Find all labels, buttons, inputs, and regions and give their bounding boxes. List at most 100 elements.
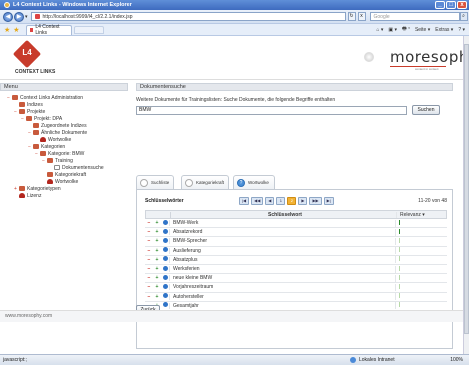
remove-keyword-button[interactable]: − bbox=[145, 294, 153, 300]
sidebar-item[interactable]: − Projekt: DPA bbox=[0, 115, 128, 122]
close-button[interactable]: x bbox=[457, 1, 467, 9]
tree-expander-icon[interactable]: − bbox=[14, 109, 18, 115]
tree-expander-icon[interactable]: − bbox=[42, 158, 46, 164]
sidebar-item[interactable]: Wortwolke bbox=[0, 178, 128, 185]
sidebar-item[interactable]: Lizenz bbox=[0, 192, 128, 199]
tab-kategoriekraft[interactable]: Kategoriekraft bbox=[181, 175, 229, 189]
browser-search-input[interactable]: Google bbox=[369, 12, 460, 21]
menu-tree: − Context Links Administration Indizes − Pro… bbox=[0, 91, 128, 199]
add-keyword-button[interactable]: + bbox=[153, 238, 161, 244]
page-title: Dokumentensuche bbox=[136, 83, 453, 91]
zoom-level[interactable]: 100% bbox=[450, 357, 463, 363]
fast-back-button[interactable]: ◀◀ bbox=[251, 196, 264, 205]
info-icon[interactable] bbox=[161, 274, 169, 282]
next-page-button[interactable]: ▶ bbox=[298, 196, 308, 205]
info-icon[interactable] bbox=[161, 228, 169, 236]
page-2-button[interactable]: 2 bbox=[287, 196, 297, 205]
folder-icon bbox=[19, 102, 25, 107]
remove-keyword-button[interactable]: − bbox=[145, 220, 153, 226]
sidebar-item[interactable]: − Projekte bbox=[0, 108, 128, 115]
sidebar-item[interactable]: − Kategorie: BMW bbox=[0, 150, 128, 157]
back-button[interactable]: ◀ bbox=[3, 11, 13, 22]
history-dropdown-icon[interactable]: ▾ bbox=[25, 14, 28, 20]
maximize-button[interactable]: □ bbox=[446, 1, 456, 9]
minimize-button[interactable]: _ bbox=[435, 1, 445, 9]
add-keyword-button[interactable]: + bbox=[153, 266, 161, 272]
sidebar-item[interactable]: Kategoriekraft bbox=[0, 171, 128, 178]
decorative-ball bbox=[364, 52, 374, 62]
page-menu[interactable]: Seite ▾ bbox=[415, 27, 430, 33]
moresophy-logo: moresophy bbox=[390, 48, 463, 66]
add-keyword-button[interactable]: + bbox=[153, 294, 161, 300]
sidebar-item[interactable]: Zugeordnete Indizes bbox=[0, 122, 128, 129]
info-icon[interactable] bbox=[161, 247, 169, 254]
remove-keyword-button[interactable]: − bbox=[145, 248, 153, 254]
tree-expander-icon[interactable]: − bbox=[35, 151, 39, 157]
add-keyword-button[interactable]: + bbox=[153, 284, 161, 290]
search-icon[interactable]: ⌕ bbox=[459, 12, 468, 21]
sidebar-item[interactable]: − Kategorien bbox=[0, 143, 128, 150]
info-icon[interactable] bbox=[161, 256, 169, 263]
add-keyword-button[interactable]: + bbox=[153, 229, 161, 235]
add-favorite-icon[interactable]: ★ bbox=[13, 26, 19, 34]
tree-expander-icon[interactable]: − bbox=[7, 95, 11, 101]
info-icon[interactable] bbox=[161, 219, 169, 227]
tab-suchliste-label: Suchliste bbox=[151, 180, 170, 185]
keyword-search-input[interactable]: BMW bbox=[136, 106, 407, 115]
tools-menu[interactable]: Extras ▾ bbox=[435, 27, 453, 33]
stop-button[interactable]: x bbox=[357, 12, 366, 21]
sidebar-item[interactable]: Dokumentensuche bbox=[0, 164, 128, 171]
sidebar-item[interactable]: + Kategorietypen bbox=[0, 185, 128, 192]
info-icon[interactable] bbox=[161, 283, 169, 291]
sidebar-title: Menu bbox=[0, 83, 128, 91]
sidebar-item[interactable]: − Ähnliche Dokumente bbox=[0, 129, 128, 136]
tab-wortwolke[interactable]: ? Wortwolke bbox=[233, 175, 275, 189]
add-keyword-button[interactable]: + bbox=[153, 275, 161, 281]
keyword-cell: Auslieferung bbox=[169, 247, 395, 254]
remove-keyword-button[interactable]: − bbox=[145, 266, 153, 272]
tree-expander-icon[interactable]: − bbox=[28, 144, 32, 150]
remove-keyword-button[interactable]: − bbox=[145, 275, 153, 281]
favorites-star-icon[interactable]: ★ bbox=[4, 26, 10, 34]
page-1-button[interactable]: 1 bbox=[276, 196, 286, 205]
sidebar-item[interactable]: − Training bbox=[0, 157, 128, 164]
address-url[interactable]: http://localhost:9999/l4_cl/2.2.1/index.… bbox=[43, 14, 133, 20]
column-relevance[interactable]: Relevanz ▾ bbox=[396, 211, 426, 218]
folder-icon bbox=[33, 130, 39, 135]
browser-tab[interactable]: L4 Context Links bbox=[25, 24, 72, 36]
remove-keyword-button[interactable]: − bbox=[145, 257, 153, 263]
remove-keyword-button[interactable]: − bbox=[145, 284, 153, 290]
forward-button[interactable]: ▶ bbox=[14, 11, 24, 22]
refresh-button[interactable]: ↻ bbox=[347, 12, 356, 21]
tab-suchliste[interactable]: Suchliste bbox=[136, 175, 174, 189]
sidebar-item[interactable]: Wortwolke bbox=[0, 136, 128, 143]
help-menu[interactable]: ? ▾ bbox=[458, 27, 465, 33]
feeds-button[interactable]: ▣ ▾ bbox=[388, 27, 397, 33]
prev-page-button[interactable]: ◀ bbox=[265, 196, 275, 205]
tree-expander-icon[interactable]: − bbox=[28, 130, 32, 136]
remove-keyword-button[interactable]: − bbox=[145, 238, 153, 244]
add-keyword-button[interactable]: + bbox=[153, 220, 161, 226]
sidebar-item[interactable]: Indizes bbox=[0, 101, 128, 108]
sidebar-item[interactable]: − Context Links Administration bbox=[0, 94, 128, 101]
remove-keyword-button[interactable]: − bbox=[145, 229, 153, 235]
search-button[interactable]: Suchen bbox=[412, 105, 440, 115]
tree-expander-icon[interactable]: + bbox=[14, 186, 18, 192]
info-icon[interactable] bbox=[161, 237, 169, 245]
info-icon[interactable] bbox=[161, 302, 169, 309]
add-keyword-button[interactable]: + bbox=[153, 257, 161, 263]
tree-expander-icon[interactable]: − bbox=[21, 116, 25, 122]
print-button[interactable]: 🖶 ▾ bbox=[402, 26, 410, 34]
home-button[interactable]: ⌂ ▾ bbox=[376, 27, 383, 33]
add-keyword-button[interactable]: + bbox=[153, 248, 161, 254]
address-bar[interactable]: http://localhost:9999/l4_cl/2.2.1/index.… bbox=[30, 12, 346, 21]
first-page-button[interactable]: |◀ bbox=[239, 196, 250, 205]
column-keyword[interactable]: Schlüsselwort bbox=[170, 211, 396, 218]
fast-forward-button[interactable]: ▶▶ bbox=[309, 196, 322, 205]
info-icon[interactable] bbox=[161, 265, 169, 273]
info-icon[interactable] bbox=[161, 293, 169, 300]
new-tab-button[interactable] bbox=[73, 25, 104, 34]
last-page-button[interactable]: ▶| bbox=[323, 196, 334, 205]
vertical-scrollbar[interactable] bbox=[463, 36, 469, 354]
scrollbar-thumb[interactable] bbox=[464, 44, 469, 334]
